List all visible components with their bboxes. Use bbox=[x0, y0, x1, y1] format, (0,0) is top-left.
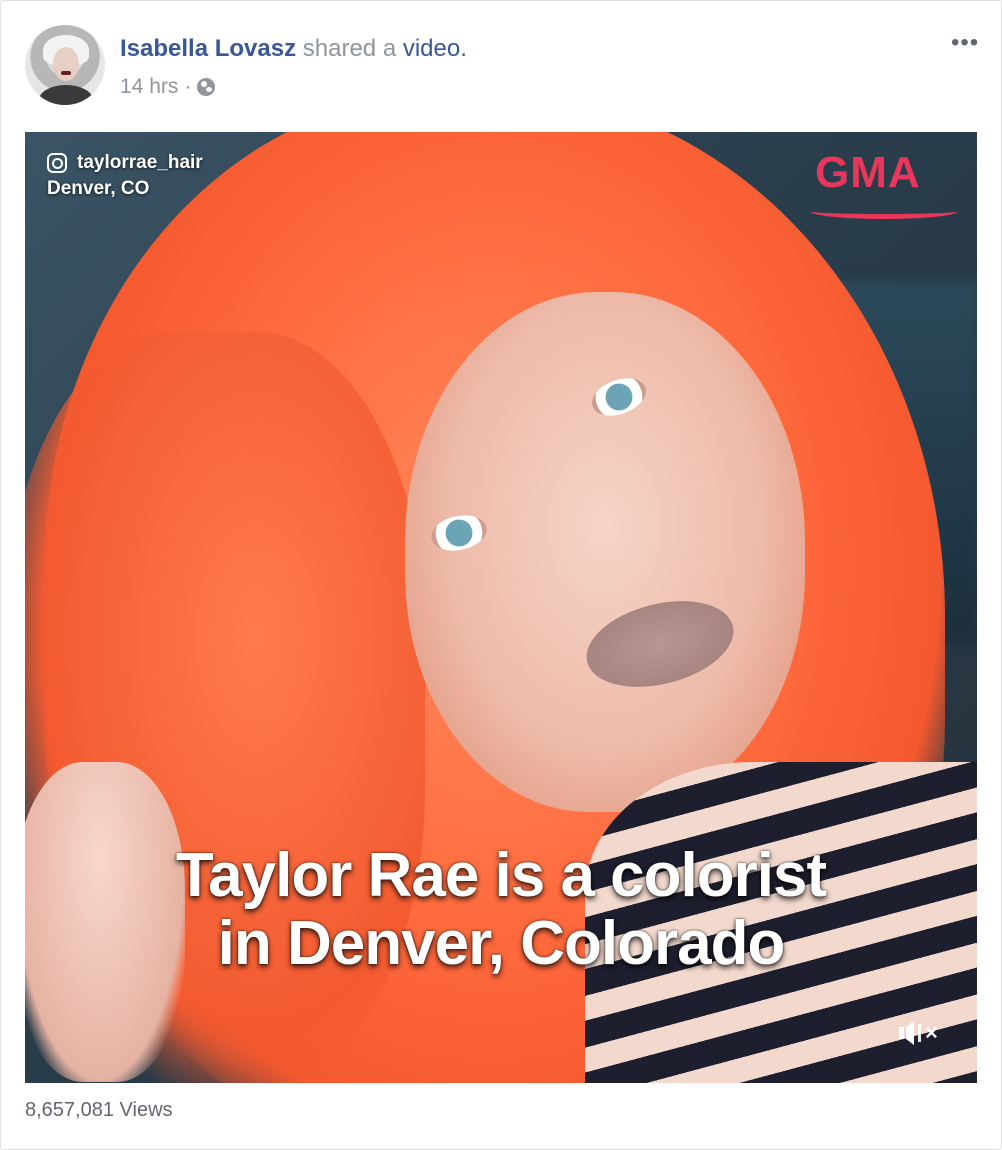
meta-separator: · bbox=[184, 75, 192, 98]
avatar-shoulders bbox=[39, 85, 93, 105]
mute-x: × bbox=[925, 1020, 938, 1045]
caption-line-1: Taylor Rae is a colorist bbox=[175, 841, 827, 910]
avatar-face bbox=[53, 47, 79, 81]
instagram-icon bbox=[47, 153, 67, 173]
gma-swoosh bbox=[811, 204, 957, 219]
caption-line-2: in Denver, Colorado bbox=[217, 909, 786, 978]
video-face bbox=[405, 292, 805, 812]
author-name-link[interactable]: Isabella Lovasz bbox=[120, 35, 296, 62]
post-header-line: Isabella Lovasz shared a video. bbox=[120, 34, 467, 64]
more-options-button[interactable]: ••• bbox=[951, 29, 979, 57]
view-count: 8,657,081 Views bbox=[25, 1099, 173, 1121]
speaker-muted-icon[interactable]: × bbox=[897, 1018, 941, 1048]
video-location: Denver, CO bbox=[47, 178, 150, 199]
instagram-handle: taylorrae_hair bbox=[77, 152, 203, 173]
globe-icon[interactable] bbox=[197, 78, 216, 96]
video-player[interactable]: taylorrae_hair Denver, CO GMA Taylor Rae… bbox=[25, 132, 977, 1083]
action-text: shared a bbox=[302, 35, 397, 62]
post-meta: 14 hrs · bbox=[120, 73, 216, 101]
gma-logo: GMA bbox=[811, 148, 961, 219]
avatar-lips bbox=[61, 71, 71, 75]
author-avatar[interactable] bbox=[25, 25, 105, 105]
video-caption: Taylor Rae is a colorist in Denver, Colo… bbox=[25, 842, 977, 978]
timestamp-link[interactable]: 14 hrs bbox=[120, 73, 178, 101]
post-card: Isabella Lovasz shared a video. 14 hrs ·… bbox=[0, 0, 1002, 1150]
video-link[interactable]: video. bbox=[403, 35, 467, 62]
gma-logo-text: GMA bbox=[815, 148, 921, 197]
instagram-credit: taylorrae_hair Denver, CO bbox=[47, 150, 203, 202]
